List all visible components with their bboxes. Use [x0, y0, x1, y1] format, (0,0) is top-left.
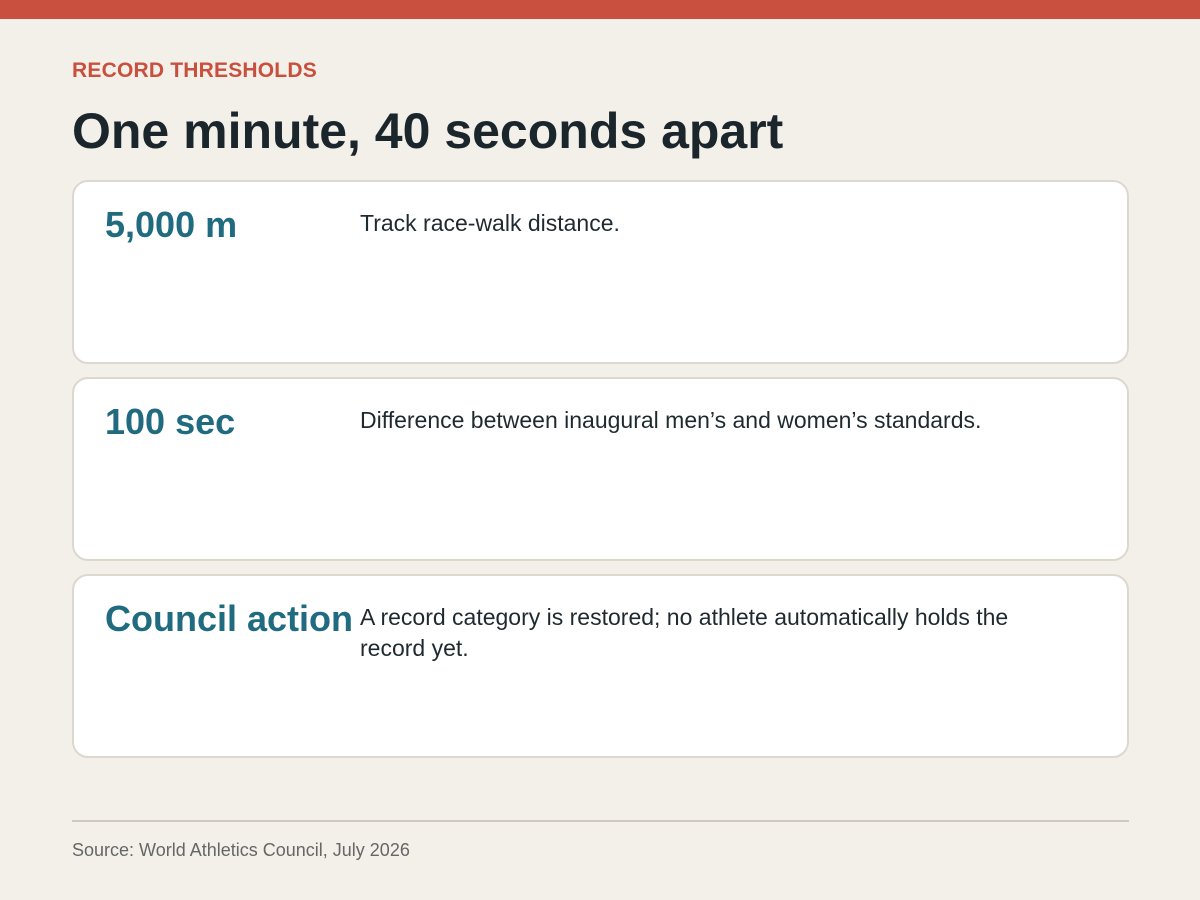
stat-value: Council action	[105, 598, 354, 639]
stat-card-council-action: Council action A record category is rest…	[72, 574, 1129, 758]
stat-description: Track race-walk distance.	[360, 210, 620, 236]
stat-description: Difference between inaugural men’s and w…	[360, 407, 982, 433]
stat-value: 100 sec	[105, 401, 236, 442]
stat-card-list: 5,000 m Track race-walk distance. 100 se…	[72, 180, 1129, 771]
stat-card-distance: 5,000 m Track race-walk distance.	[72, 180, 1129, 364]
footer-divider	[72, 820, 1129, 822]
stat-card-difference: 100 sec Difference between inaugural men…	[72, 377, 1129, 561]
source-note: Source: World Athletics Council, July 20…	[72, 840, 410, 860]
section-kicker: RECORD THRESHOLDS	[72, 59, 317, 82]
top-accent-bar	[0, 0, 1200, 19]
stat-value: 5,000 m	[105, 204, 238, 245]
stat-description: A record category is restored; no athlet…	[360, 604, 1009, 661]
page-title: One minute, 40 seconds apart	[72, 103, 784, 159]
